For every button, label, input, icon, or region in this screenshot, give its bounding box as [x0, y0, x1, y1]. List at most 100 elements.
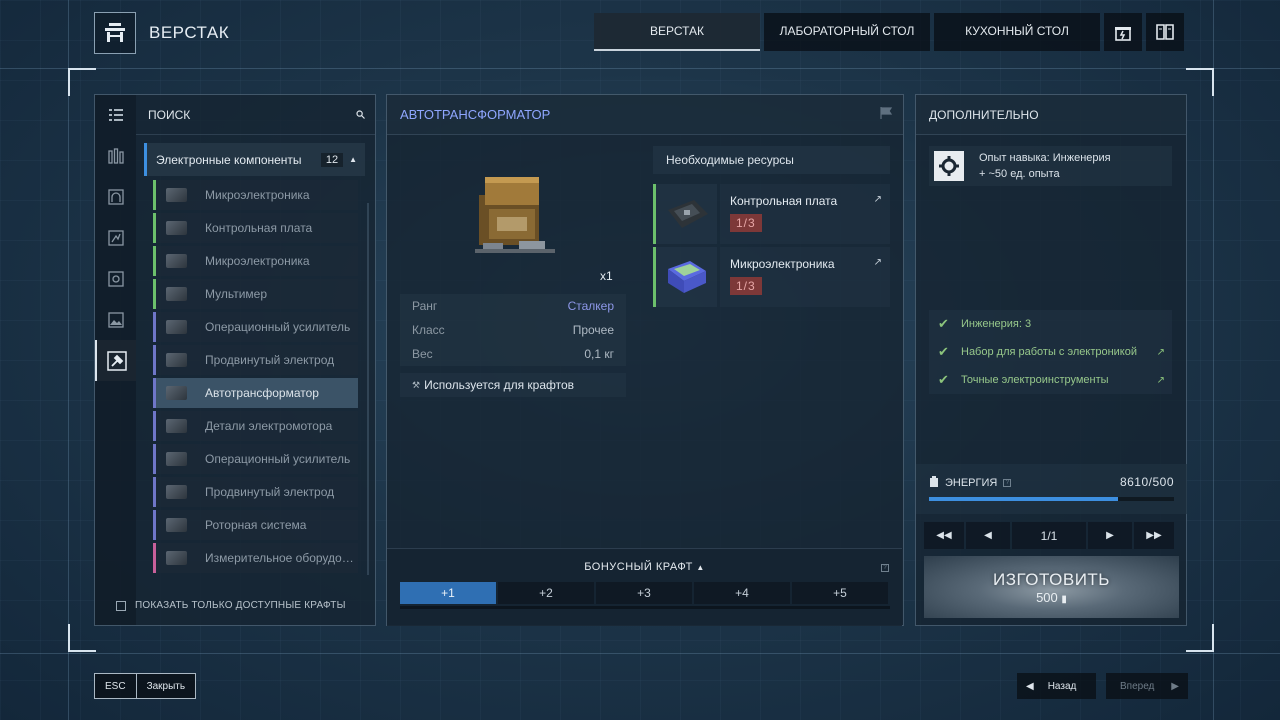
- tools-icon[interactable]: [95, 135, 136, 176]
- check-icon: ✔: [938, 316, 949, 331]
- list-item[interactable]: Детали электромотора: [153, 411, 358, 441]
- used-for-icon: ⚒: [412, 379, 421, 390]
- arrow-right-icon: ▶: [1171, 680, 1179, 692]
- tab-kitchen-table[interactable]: КУХОННЫЙ СТОЛ: [934, 13, 1100, 51]
- energy-section: ЭНЕРГИЯ ? 8610/500: [916, 464, 1187, 514]
- burst-icon[interactable]: [95, 217, 136, 258]
- workbench-icon: [94, 12, 136, 54]
- list-item[interactable]: Операционный усилитель: [153, 444, 358, 474]
- requirement-label: Набор для работы с электроникой: [961, 346, 1138, 358]
- detail-header: АВТОТРАНСФОРМАТОР: [387, 95, 903, 135]
- helmet-icon[interactable]: [95, 176, 136, 217]
- book-icon[interactable]: [1146, 13, 1184, 51]
- list-item[interactable]: Контрольная плата: [153, 213, 358, 243]
- item-label: Автотрансформатор: [205, 386, 319, 400]
- category-header[interactable]: Электронные компоненты 12 ▲: [144, 143, 365, 176]
- tab-lab-table[interactable]: ЛАБОРАТОРНЫЙ СТОЛ: [764, 13, 930, 51]
- bonus-craft-label: БОНУСНЫЙ КРАФТ: [584, 561, 693, 573]
- external-link-icon[interactable]: ↗: [1157, 375, 1165, 386]
- checkbox[interactable]: [116, 600, 126, 611]
- resource-name: Контрольная плата: [730, 194, 838, 208]
- list-item[interactable]: Операционный усилитель: [153, 312, 358, 342]
- craft-button[interactable]: ИЗГОТОВИТЬ 500 ▮: [924, 556, 1179, 618]
- guide-line: [0, 68, 1280, 69]
- list-item[interactable]: Измерительное оборудован..: [153, 543, 358, 573]
- battery-icon: [929, 476, 939, 490]
- item-thumbnail: [166, 188, 188, 202]
- resource-count-badge: 1/3: [730, 214, 762, 232]
- help-icon[interactable]: ?: [881, 564, 889, 572]
- item-thumbnail: [166, 452, 188, 466]
- bonus-option[interactable]: +4: [694, 582, 790, 604]
- category-label: Электронные компоненты: [156, 152, 302, 167]
- hammer-icon[interactable]: [95, 340, 136, 381]
- gear-icon: [934, 151, 964, 181]
- only-available-toggle[interactable]: ПОКАЗАТЬ ТОЛЬКО ДОСТУПНЫЕ КРАФТЫ: [116, 600, 346, 611]
- requirement-label: Инженерия: 3: [961, 318, 1032, 330]
- additional-title: ДОПОЛНИТЕЛЬНО: [916, 95, 1186, 135]
- gift-icon[interactable]: [1104, 13, 1142, 51]
- station-tabs: ВЕРСТАК ЛАБОРАТОРНЫЙ СТОЛ КУХОННЫЙ СТОЛ: [594, 13, 1184, 51]
- back-button[interactable]: ◀ Назад: [1017, 673, 1096, 699]
- close-button[interactable]: ESC Закрыть: [94, 673, 197, 699]
- list-item-selected[interactable]: Автотрансформатор: [153, 378, 358, 408]
- item-thumbnail: [166, 419, 188, 433]
- list-item[interactable]: Мультимер: [153, 279, 358, 309]
- used-for-label: Используется для крафтов: [424, 378, 575, 392]
- list-item[interactable]: Продвинутый электрод: [153, 345, 358, 375]
- item-thumbnail: [166, 287, 188, 301]
- bonus-option[interactable]: +3: [596, 582, 692, 604]
- item-thumbnail: [166, 221, 188, 235]
- control-board-thumbnail: [653, 184, 717, 244]
- resource-info: Микроэлектроника 1/3 ↗: [720, 247, 890, 307]
- arrow-left-icon: ◀: [1026, 680, 1034, 692]
- resource-row[interactable]: Контрольная плата 1/3 ↗: [653, 184, 890, 244]
- energy-value: 8610/500: [1119, 475, 1174, 489]
- frame-corner: [68, 68, 96, 96]
- craft-quantity: x1: [600, 269, 613, 283]
- last-page-icon[interactable]: ▶▶: [1134, 522, 1174, 549]
- requirement-item[interactable]: ✔ Точные электроинструменты ↗: [929, 366, 1172, 394]
- prev-page-icon[interactable]: ◀: [966, 522, 1010, 549]
- item-label: Микроэлектроника: [205, 188, 310, 202]
- list-icon[interactable]: [95, 95, 136, 135]
- next-page-icon[interactable]: ▶: [1088, 522, 1132, 549]
- list-item[interactable]: Продвинутый электрод: [153, 477, 358, 507]
- external-link-icon[interactable]: ↗: [874, 194, 882, 205]
- additional-panel: ДОПОЛНИТЕЛЬНО Опыт навыка: Инженерия + ~…: [915, 94, 1187, 626]
- help-icon[interactable]: ?: [1003, 479, 1012, 487]
- resource-row[interactable]: Микроэлектроника 1/3 ↗: [653, 247, 890, 307]
- bonus-option[interactable]: +2: [498, 582, 594, 604]
- image-icon[interactable]: [95, 299, 136, 340]
- scrollbar[interactable]: [367, 203, 369, 575]
- list-item[interactable]: Микроэлектроника: [153, 246, 358, 276]
- bonus-craft-toggle[interactable]: БОНУСНЫЙ КРАФТ ▲: [387, 561, 902, 573]
- xp-amount-line: + ~50 ед. опыта: [979, 168, 1060, 180]
- craft-cost-value: 500: [1036, 589, 1058, 605]
- bonus-craft-section: БОНУСНЫЙ КРАФТ ▲ ? +1 +2 +3 +4 +5: [387, 548, 902, 626]
- recipe-list: Микроэлектроника Контрольная плата Микро…: [153, 180, 358, 576]
- external-link-icon[interactable]: ↗: [1157, 347, 1165, 358]
- autotransformer-image: [467, 165, 562, 265]
- item-thumbnail: [166, 320, 188, 334]
- box-icon[interactable]: [95, 258, 136, 299]
- bonus-option[interactable]: +1: [400, 582, 496, 604]
- item-thumbnail: [166, 386, 188, 400]
- stat-row-weight: Вес 0,1 кг: [400, 342, 626, 366]
- search-input[interactable]: ПОИСК: [136, 95, 375, 135]
- bonus-option[interactable]: +5: [792, 582, 888, 604]
- requirement-item[interactable]: ✔ Набор для работы с электроникой ↗: [929, 338, 1172, 366]
- list-item[interactable]: Микроэлектроника: [153, 180, 358, 210]
- tab-workbench[interactable]: ВЕРСТАК: [594, 13, 760, 51]
- search-label: ПОИСК: [148, 107, 191, 122]
- used-for-crafts-row[interactable]: ⚒ Используется для крафтов: [400, 373, 626, 397]
- esc-key: ESC: [95, 674, 137, 698]
- recipe-title: АВТОТРАНСФОРМАТОР: [400, 107, 551, 122]
- first-page-icon[interactable]: ◀◀: [924, 522, 964, 549]
- flag-icon[interactable]: [879, 106, 893, 123]
- list-item[interactable]: Роторная система: [153, 510, 358, 540]
- forward-button[interactable]: Вперед ▶: [1106, 673, 1188, 699]
- item-label: Продвинутый электрод: [205, 353, 335, 367]
- external-link-icon[interactable]: ↗: [874, 257, 882, 268]
- close-label: Закрыть: [146, 680, 186, 692]
